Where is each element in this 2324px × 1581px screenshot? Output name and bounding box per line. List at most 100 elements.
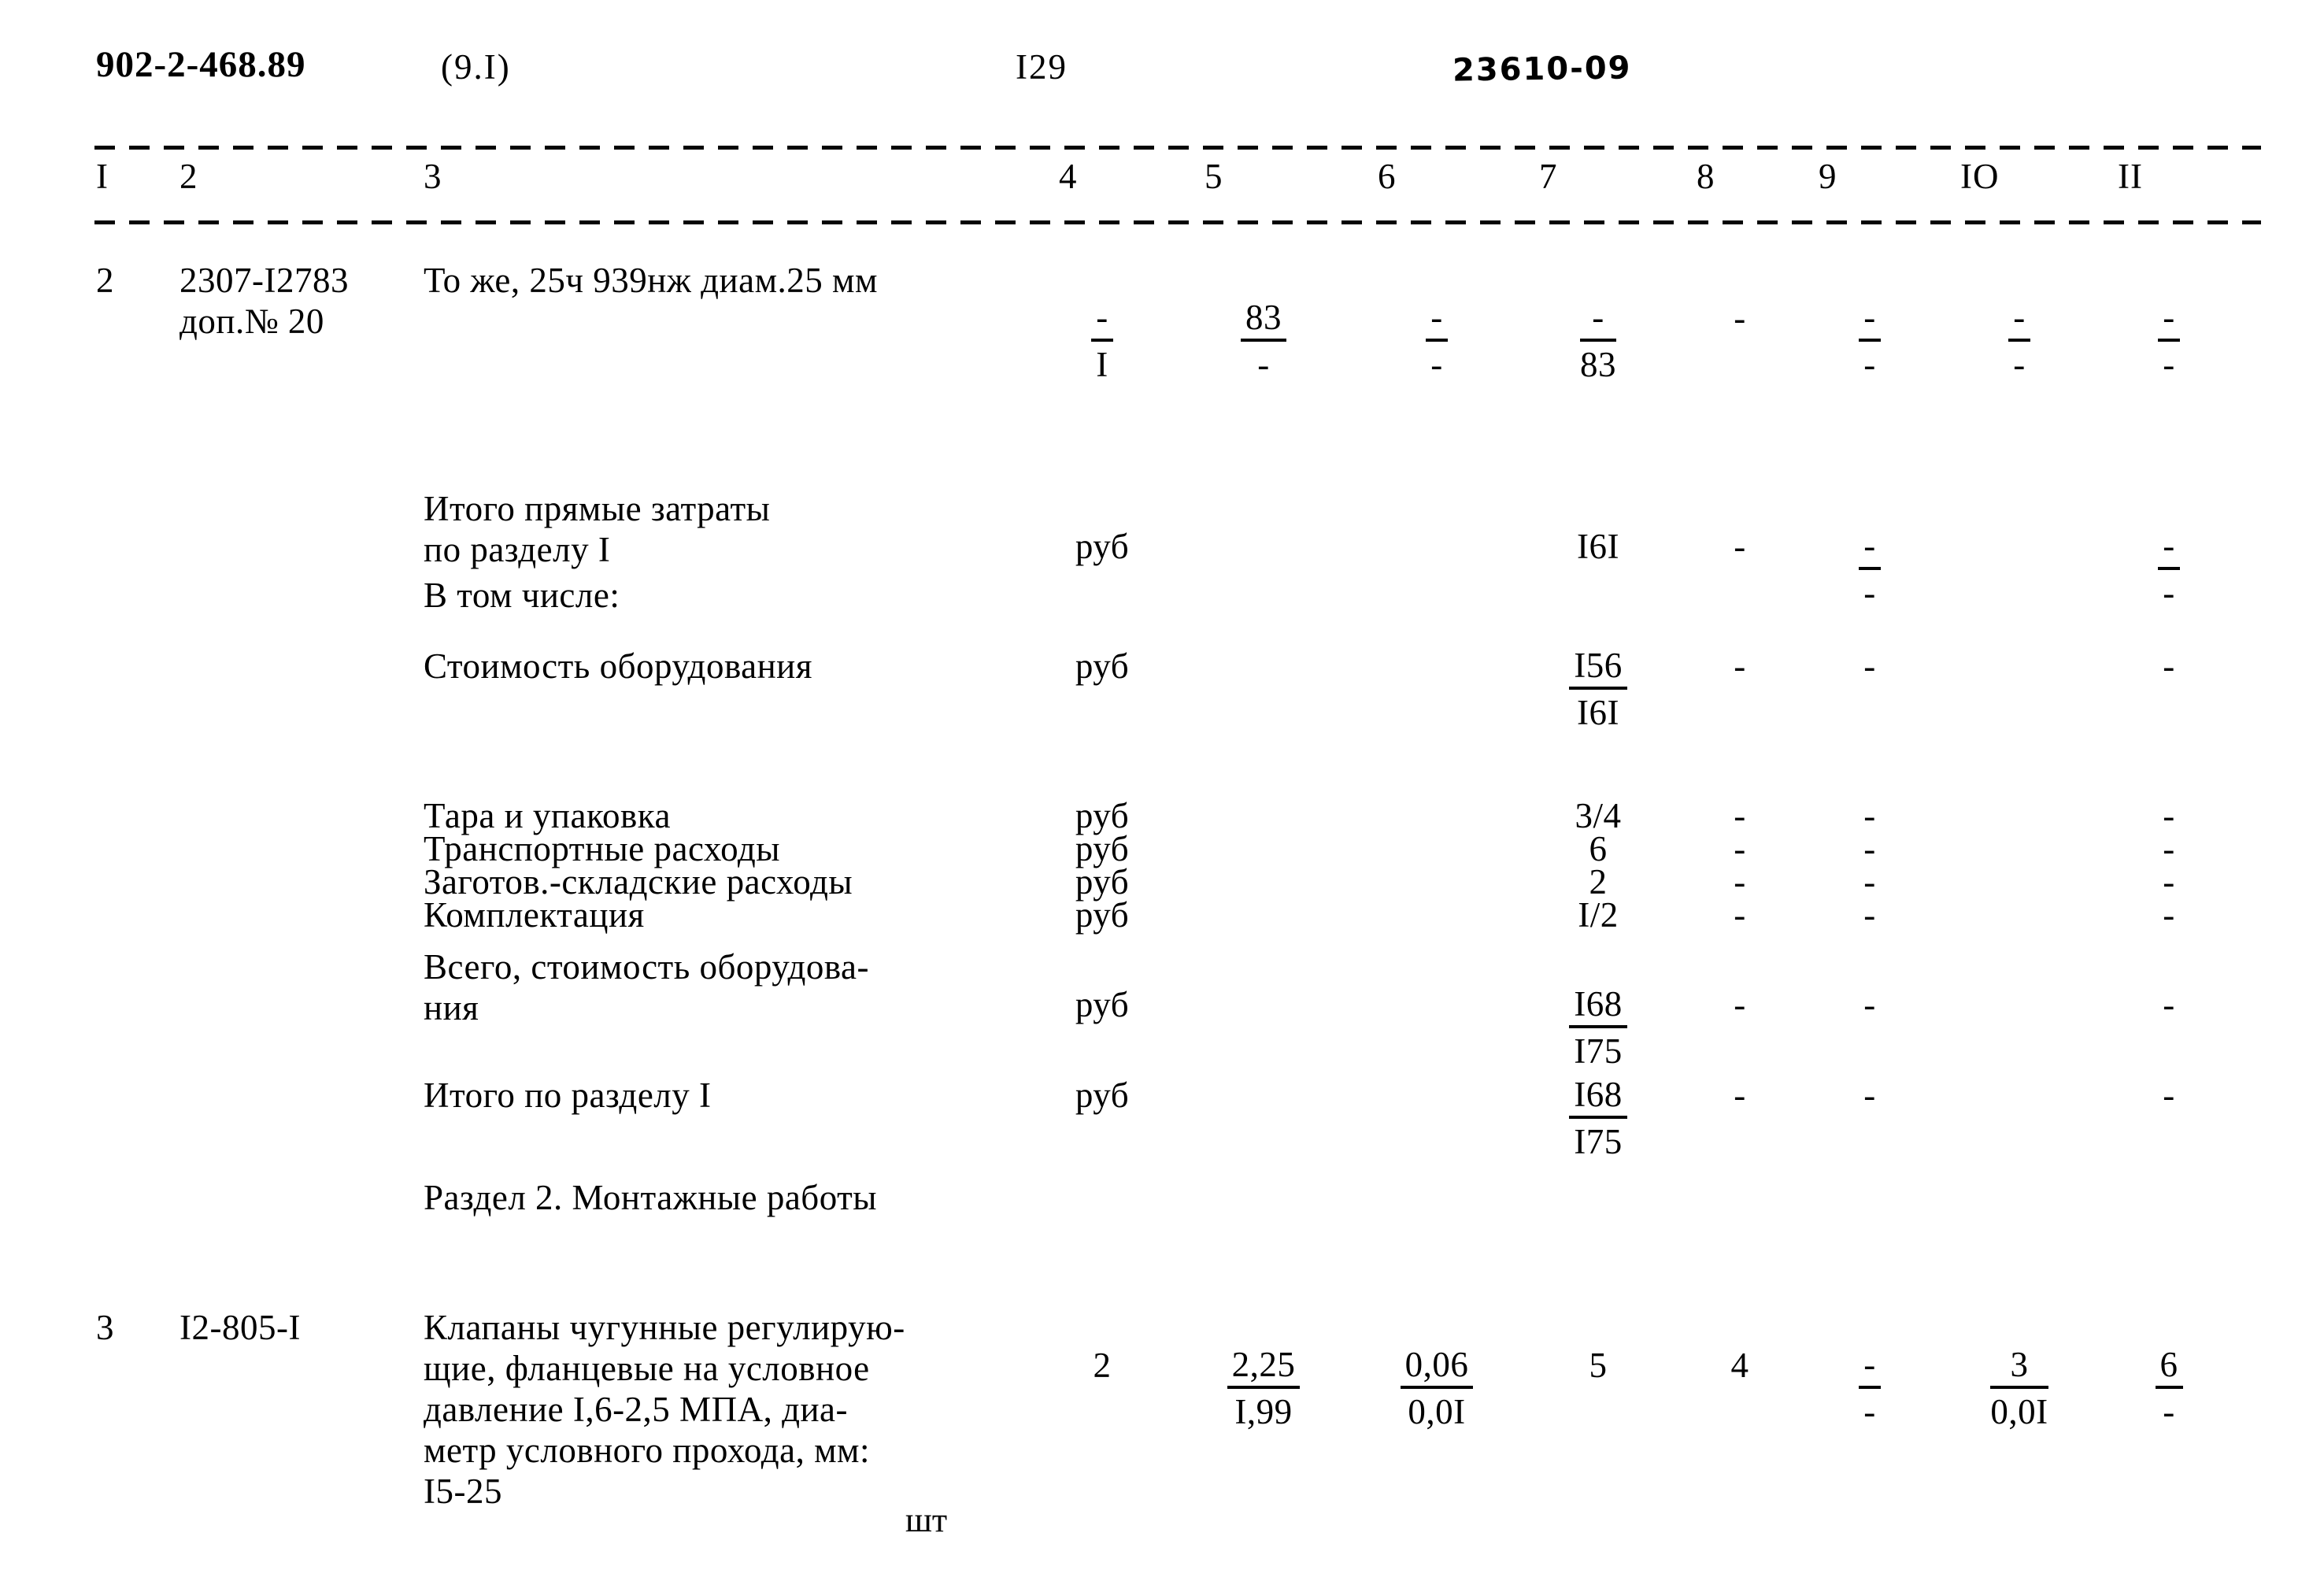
row-cell-col6-denominator: -: [1430, 345, 1443, 384]
row-cell-col11-value: -: [2163, 1076, 2175, 1115]
row-cell-col10-denominator: -: [2013, 345, 2026, 384]
row-cell-col7-denominator: 83: [1580, 345, 1616, 384]
row-cell-col11-value: -: [2163, 646, 2175, 686]
row-cell-col7-denominator: I75: [1574, 1031, 1623, 1071]
row-cell-col7: 5: [1539, 1345, 1657, 1386]
row-cell-col7-numerator: I56: [1569, 646, 1627, 690]
row-cell-col7-value: I6I: [1577, 527, 1619, 566]
row-cell-col4-value: руб: [1075, 527, 1130, 566]
row-item-code: 2307-I2783 доп.№ 20: [179, 261, 349, 341]
row-cell-col4-denominator: I: [1096, 345, 1108, 384]
row-cell-col7: I6I: [1539, 526, 1657, 567]
row-cell-col9-value: -: [1863, 895, 1876, 935]
row-cell-col4: руб: [1059, 984, 1145, 1025]
row-cell-col9-value: -: [1863, 1076, 1876, 1115]
row-cell-col7-numerator: -: [1580, 298, 1616, 342]
sheet-reference: (9.I): [441, 47, 511, 87]
row-cell-col10-numerator: 3: [1990, 1345, 2048, 1389]
row-cell-col5-denominator: -: [1257, 345, 1270, 384]
row-description: Итого прямые затраты по разделу I: [424, 489, 771, 569]
column-header-7: 7: [1539, 157, 1558, 196]
row-cell-col4: руб: [1059, 646, 1145, 687]
row-cell-col7-value: I/2: [1578, 895, 1619, 935]
row-number: 2: [96, 261, 114, 300]
row-cell-col10: 3 0,0I: [1960, 1345, 2078, 1432]
row-cell-col9-numerator: -: [1859, 298, 1881, 342]
row-cell-col7: -83: [1539, 298, 1657, 385]
row-cell-col5-numerator: 83: [1241, 298, 1286, 342]
row-cell-col8: -: [1697, 984, 1783, 1025]
column-header-10: IO: [1960, 157, 2000, 196]
row-cell-col11-numerator: -: [2158, 526, 2180, 570]
row-cell-col11: -: [2118, 1075, 2220, 1116]
column-header-6: 6: [1378, 157, 1397, 196]
row-cell-col4: 2: [1059, 1345, 1145, 1386]
row-cell-col7-value: 5: [1589, 1346, 1608, 1385]
row-cell-col5: 2,25 I,99: [1205, 1345, 1323, 1432]
row-cell-col9-denominator: -: [1863, 1392, 1876, 1431]
row-cell-col8: -: [1697, 646, 1783, 687]
row-cell-col9: -: [1819, 646, 1921, 687]
row-cell-col11: -: [2118, 646, 2220, 687]
row-cell-col6-numerator: -: [1426, 298, 1448, 342]
row-cell-col9-denominator: -: [1863, 345, 1876, 384]
row-cell-col8: -: [1697, 298, 1783, 339]
row-cell-col11-denominator: -: [2163, 345, 2175, 384]
row-cell-col4: руб: [1059, 526, 1145, 567]
row-cell-col9: --: [1819, 1345, 1921, 1432]
row-cell-col4: -I: [1059, 298, 1145, 385]
row-cell-col11: -: [2118, 984, 2220, 1025]
column-header-2: 2: [179, 157, 198, 196]
row-cell-col4-numerator: -: [1091, 298, 1113, 342]
row-cell-col8-value: -: [1734, 527, 1746, 566]
row-description: Всего, стоимость оборудова- ния: [424, 947, 869, 1027]
column-header-1: I: [96, 157, 109, 196]
row-cell-col8-value: -: [1734, 646, 1746, 686]
table-rule-top: [94, 146, 2261, 150]
row-cell-col8-value: -: [1734, 298, 1746, 338]
row-cell-col9: --: [1819, 298, 1921, 385]
row-description: То же, 25ч 939нж диам.25 мм: [424, 261, 879, 300]
column-header-8: 8: [1697, 157, 1715, 196]
row-cell-col11-numerator: 6: [2155, 1345, 2183, 1389]
row-item-code: I2-805-I: [179, 1308, 301, 1347]
row-cell-col8: -: [1697, 526, 1783, 567]
row-cell-col5: 83-: [1205, 298, 1323, 385]
row-description: Клапаны чугунные регулирую- щие, фланцев…: [424, 1308, 905, 1511]
row-cell-col7: I56 I6I: [1539, 646, 1657, 733]
row-cell-col6-denominator: 0,0I: [1408, 1392, 1466, 1431]
row-cell-col9: -: [1819, 984, 1921, 1025]
row-number: 3: [96, 1308, 114, 1347]
row-cell-col5-numerator: 2,25: [1227, 1345, 1301, 1389]
row-cell-col9-numerator: -: [1859, 526, 1881, 570]
row-cell-col7-denominator: I75: [1574, 1122, 1623, 1161]
row-cell-col11-denominator: -: [2163, 573, 2175, 613]
column-header-row: I 2 3 4 5 6 7 8 9 IO II: [0, 156, 2324, 211]
row-cell-col7-numerator: I68: [1569, 1075, 1627, 1119]
row-cell-col11-denominator: -: [2163, 1392, 2175, 1431]
row-cell-col8: 4: [1697, 1345, 1783, 1386]
table-rule-bottom: [94, 220, 2261, 224]
row-cell-col9: -: [1819, 1075, 1921, 1116]
row-cell-col11-numerator: -: [2158, 298, 2180, 342]
row-cell-col11-value: -: [2163, 895, 2175, 935]
row-cell-col8: -: [1697, 894, 1783, 935]
row-cell-col9-numerator: -: [1859, 1345, 1881, 1389]
page-number: I29: [1016, 47, 1068, 87]
row-cell-col10: --: [1960, 298, 2078, 385]
page-header: 902-2-468.89 (9.I) I29 23610-09: [0, 43, 2324, 98]
row-cell-col10-numerator: -: [2008, 298, 2030, 342]
row-cell-col7-numerator: I68: [1569, 984, 1627, 1028]
row-cell-col8-value: -: [1734, 985, 1746, 1024]
row-cell-col10-denominator: 0,0I: [1990, 1392, 2048, 1431]
row-cell-col6: --: [1378, 298, 1496, 385]
row-cell-col4-value: руб: [1075, 646, 1130, 686]
row-cell-col9-value: -: [1863, 985, 1876, 1024]
row-cell-col4: руб: [1059, 1075, 1145, 1116]
row-cell-col8: -: [1697, 1075, 1783, 1116]
unit-label-sht: шт: [905, 1501, 948, 1539]
column-header-3: 3: [424, 157, 442, 196]
row-description: Комплектация: [424, 895, 645, 935]
row-description: Итого по разделу I: [424, 1076, 712, 1115]
scanned-document-page: 902-2-468.89 (9.I) I29 23610-09 I 2 3 4 5 6 7 8…: [0, 0, 2324, 1581]
